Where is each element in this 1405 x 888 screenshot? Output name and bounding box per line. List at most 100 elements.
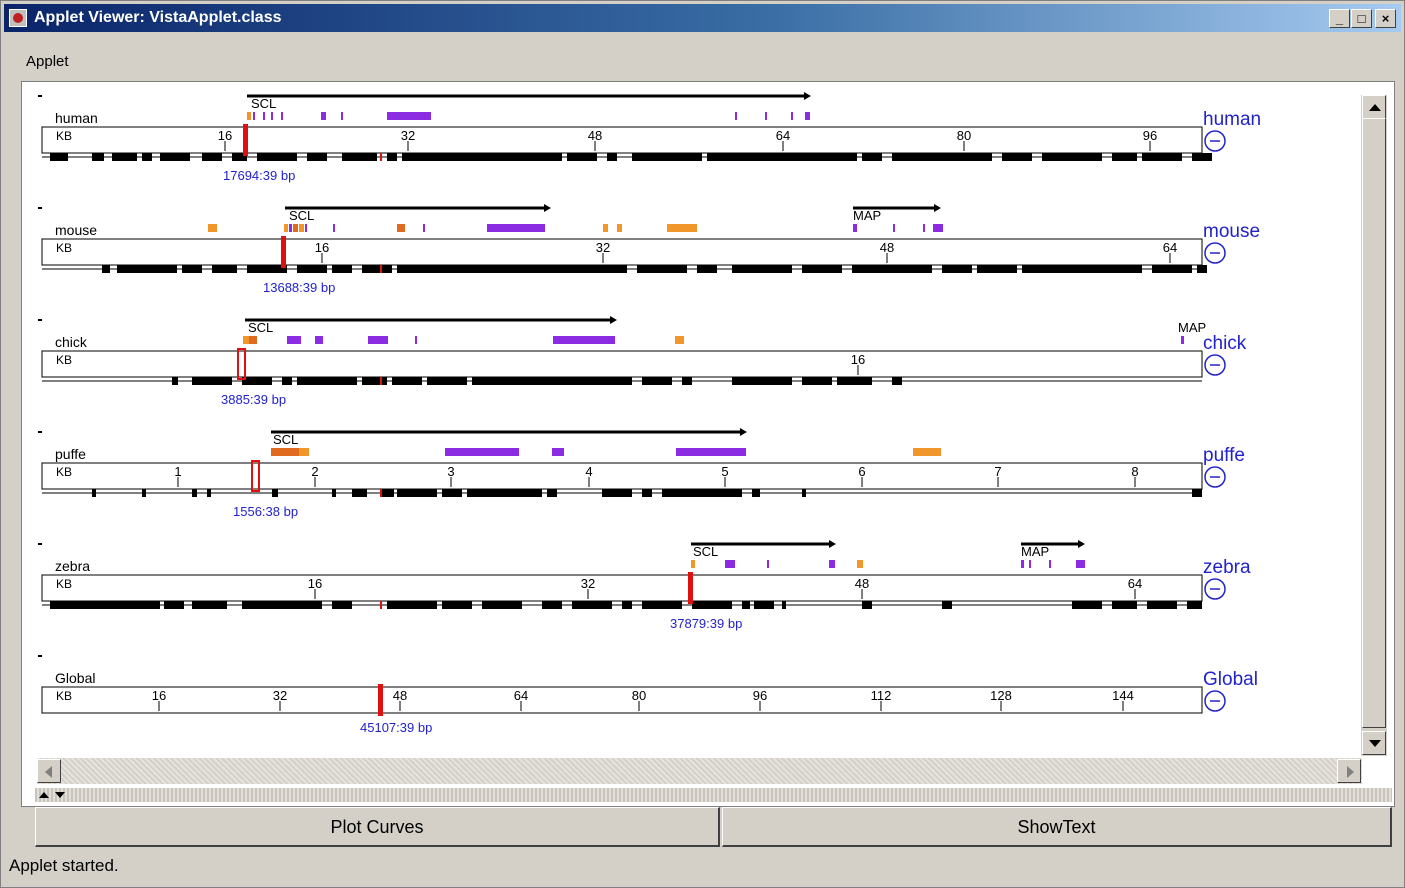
close-button[interactable]: ×: [1375, 9, 1396, 28]
conserved-block: [117, 265, 177, 273]
feature-mark: [691, 560, 695, 568]
tick-label: 5: [721, 464, 728, 479]
menu-applet[interactable]: Applet: [26, 53, 69, 70]
conserved-block: [892, 153, 992, 161]
applet-window: Applet Viewer: VistaApplet.class _ □ × A…: [0, 0, 1405, 888]
vertical-scrollbar[interactable]: [1361, 95, 1387, 756]
conserved-block: [182, 265, 202, 273]
feature-mark: [387, 112, 431, 120]
conserved-block: [662, 489, 692, 497]
gene-arrowhead: [544, 204, 551, 212]
java-coffee-icon: [9, 9, 27, 27]
arrow-right-icon: [1347, 766, 1354, 778]
maximize-button[interactable]: □: [1351, 9, 1372, 28]
tick-label: 6: [858, 464, 865, 479]
conserved-block: [192, 377, 232, 385]
position-cursor[interactable]: [378, 684, 383, 716]
reference-mark: [380, 489, 382, 497]
feature-mark: [1021, 560, 1024, 568]
axis-box-puffe[interactable]: [41, 462, 1203, 490]
tracks-container: human SCL KB 16 32 48 64 80 96 17694:39 bp human mo…: [35, 90, 1360, 753]
position-label-zebra: 37879:39 bp: [670, 616, 742, 631]
conserved-block: [242, 377, 272, 385]
feature-mark: [293, 224, 298, 232]
show-text-button[interactable]: ShowText: [722, 807, 1392, 847]
conserved-block: [297, 265, 327, 273]
feature-mark: [243, 336, 249, 344]
feature-mark: [1029, 560, 1031, 568]
scroll-down-button[interactable]: [1362, 731, 1386, 755]
gene-arrowhead: [1078, 540, 1085, 548]
tick-label: 1: [174, 464, 181, 479]
conserved-block: [50, 153, 68, 161]
feature-mark: [1049, 560, 1051, 568]
conserved-block: [332, 489, 336, 497]
conserved-block: [362, 377, 387, 385]
alignment-canvas[interactable]: human SCL KB 16 32 48 64 80 96 17694:39 bp human mo…: [35, 90, 1360, 753]
unit-label: KB: [56, 241, 72, 255]
axis-box-human[interactable]: [41, 126, 1203, 154]
split-divider[interactable]: [35, 788, 1392, 802]
collapse-down-icon[interactable]: [55, 792, 65, 798]
species-label-Global: Global: [1203, 669, 1258, 690]
feature-mark: [284, 224, 288, 232]
tick-label: 4: [585, 464, 592, 479]
scroll-left-button[interactable]: [37, 759, 61, 783]
tick-label: 144: [1112, 688, 1134, 703]
tick-label: 32: [401, 128, 415, 143]
gene-label-scl: SCL: [693, 544, 718, 559]
tick-label: 16: [218, 128, 232, 143]
feature-mark: [368, 336, 388, 344]
conserved-block: [242, 601, 322, 609]
feature-mark: [913, 448, 941, 456]
title-bar[interactable]: Applet Viewer: VistaApplet.class _ □ ×: [4, 4, 1401, 32]
horizontal-scrollbar[interactable]: [37, 758, 1362, 784]
vertical-scroll-thumb[interactable]: [1362, 118, 1386, 728]
tick-label: 16: [315, 240, 329, 255]
conserved-block: [742, 601, 750, 609]
conserved-block: [332, 265, 352, 273]
axis-box-chick[interactable]: [41, 350, 1203, 378]
conserved-block: [297, 377, 357, 385]
conserved-block: [942, 601, 952, 609]
feature-mark: [765, 112, 767, 120]
status-text: Applet started.: [9, 856, 119, 875]
feature-mark: [299, 448, 309, 456]
feature-mark: [767, 560, 769, 568]
position-cursor[interactable]: [281, 236, 286, 268]
position-cursor[interactable]: [243, 124, 248, 156]
arrow-up-icon: [1369, 104, 1381, 111]
gene-arrowhead: [804, 92, 811, 100]
plot-curves-button[interactable]: Plot Curves: [35, 807, 720, 847]
species-label-puffe: puffe: [1203, 445, 1245, 466]
feature-mark: [423, 224, 425, 232]
gene-arrowhead: [610, 316, 617, 324]
conserved-block: [442, 489, 462, 497]
feature-mark: [271, 112, 273, 120]
tick-label: 48: [855, 576, 869, 591]
position-cursor[interactable]: [688, 572, 693, 604]
conserved-block: [282, 377, 292, 385]
conserved-block: [802, 489, 806, 497]
conserved-block: [607, 153, 617, 161]
track-name-puffe: puffe: [55, 446, 86, 462]
conserved-block: [342, 153, 377, 161]
conserved-block: [467, 489, 482, 497]
feature-mark: [305, 224, 307, 232]
conserved-block: [212, 265, 237, 273]
collapse-up-icon[interactable]: [39, 792, 49, 798]
species-label-human: human: [1203, 109, 1261, 130]
axis-box-zebra[interactable]: [41, 574, 1203, 602]
conserved-block: [802, 377, 832, 385]
minimize-button[interactable]: _: [1329, 9, 1350, 28]
scroll-right-button[interactable]: [1337, 759, 1361, 783]
species-label-zebra: zebra: [1203, 557, 1251, 578]
unit-label: KB: [56, 465, 72, 479]
window-title: Applet Viewer: VistaApplet.class: [34, 9, 282, 26]
axis-box-Global[interactable]: [41, 686, 1203, 714]
scroll-up-button[interactable]: [1362, 95, 1386, 119]
feature-mark: [253, 112, 255, 120]
feature-mark: [552, 448, 564, 456]
axis-box-mouse[interactable]: [41, 238, 1203, 266]
conserved-block: [207, 489, 211, 497]
